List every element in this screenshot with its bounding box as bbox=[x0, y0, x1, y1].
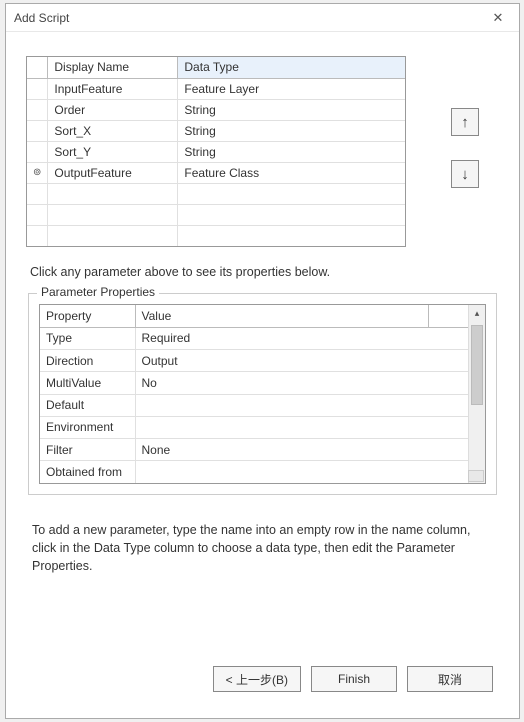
button-row: < 上一步(B) Finish 取消 bbox=[26, 656, 499, 706]
instructions-text: To add a new parameter, type the name in… bbox=[32, 521, 493, 575]
finish-button[interactable]: Finish bbox=[311, 666, 397, 692]
property-row[interactable]: Type Required bbox=[40, 327, 468, 349]
groupbox-legend: Parameter Properties bbox=[37, 285, 159, 299]
arrow-up-icon: ↑ bbox=[461, 114, 469, 131]
display-name-header[interactable]: Display Name bbox=[48, 57, 178, 78]
property-value-cell[interactable]: Output bbox=[135, 350, 428, 372]
title-bar: Add Script ✕ bbox=[6, 4, 519, 32]
property-name-cell: Type bbox=[40, 327, 135, 349]
property-value-cell[interactable] bbox=[135, 416, 428, 438]
row-marker bbox=[27, 99, 48, 120]
property-name-cell: Obtained from bbox=[40, 461, 135, 483]
marker-header bbox=[27, 57, 48, 78]
table-row[interactable]: Order String bbox=[27, 99, 405, 120]
reorder-buttons: ↑ ↓ bbox=[451, 108, 479, 188]
data-type-cell[interactable]: String bbox=[178, 99, 405, 120]
property-header[interactable]: Property bbox=[40, 305, 135, 327]
parameters-header-row: Display Name Data Type bbox=[27, 57, 405, 78]
property-value-cell[interactable]: No bbox=[135, 372, 428, 394]
parameters-area: Display Name Data Type InputFeature Feat… bbox=[26, 56, 499, 247]
property-value-cell[interactable] bbox=[135, 394, 428, 416]
property-row[interactable]: Environment bbox=[40, 416, 468, 438]
window-title: Add Script bbox=[14, 11, 485, 25]
display-name-cell[interactable]: Order bbox=[48, 99, 178, 120]
property-name-cell: Direction bbox=[40, 350, 135, 372]
table-row[interactable]: ⊚ OutputFeature Feature Class bbox=[27, 162, 405, 183]
property-row[interactable]: Obtained from bbox=[40, 461, 468, 483]
property-row[interactable]: Default bbox=[40, 394, 468, 416]
table-row[interactable]: Sort_X String bbox=[27, 120, 405, 141]
data-type-cell[interactable]: String bbox=[178, 120, 405, 141]
back-button[interactable]: < 上一步(B) bbox=[213, 666, 301, 692]
parameters-table[interactable]: Display Name Data Type InputFeature Feat… bbox=[26, 56, 406, 247]
property-name-cell: Filter bbox=[40, 439, 135, 461]
move-up-button[interactable]: ↑ bbox=[451, 108, 479, 136]
parameter-properties-group: Parameter Properties Property Value Type… bbox=[28, 293, 497, 495]
data-type-cell[interactable]: Feature Layer bbox=[178, 78, 405, 99]
property-value-cell[interactable]: None bbox=[135, 439, 428, 461]
table-row-empty[interactable]: ... bbox=[27, 225, 405, 246]
property-value-cell[interactable] bbox=[135, 461, 428, 483]
extra-header bbox=[428, 305, 468, 327]
row-marker bbox=[27, 78, 48, 99]
property-name-cell: Environment bbox=[40, 416, 135, 438]
row-marker: ⊚ bbox=[27, 162, 48, 183]
vertical-scrollbar[interactable]: ▴ ▾ bbox=[468, 305, 485, 483]
data-type-header[interactable]: Data Type bbox=[178, 57, 405, 78]
properties-header-row: Property Value bbox=[40, 305, 468, 327]
property-value-cell[interactable]: Required bbox=[135, 327, 428, 349]
display-name-cell[interactable]: Sort_X bbox=[48, 120, 178, 141]
data-type-cell[interactable]: String bbox=[178, 141, 405, 162]
display-name-cell[interactable]: Sort_Y bbox=[48, 141, 178, 162]
property-name-cell: MultiValue bbox=[40, 372, 135, 394]
property-row[interactable]: Filter None bbox=[40, 439, 468, 461]
arrow-down-icon: ↓ bbox=[461, 166, 469, 183]
row-marker bbox=[27, 141, 48, 162]
scroll-up-icon[interactable]: ▴ bbox=[469, 305, 485, 322]
table-row[interactable]: InputFeature Feature Layer bbox=[27, 78, 405, 99]
hint-text: Click any parameter above to see its pro… bbox=[30, 265, 495, 279]
property-row[interactable]: Direction Output bbox=[40, 350, 468, 372]
move-down-button[interactable]: ↓ bbox=[451, 160, 479, 188]
table-row[interactable]: Sort_Y String bbox=[27, 141, 405, 162]
scrollbar-corner bbox=[468, 470, 484, 482]
data-type-cell[interactable]: Feature Class bbox=[178, 162, 405, 183]
property-name-cell: Default bbox=[40, 394, 135, 416]
property-row[interactable]: MultiValue No bbox=[40, 372, 468, 394]
display-name-cell[interactable]: OutputFeature bbox=[48, 162, 178, 183]
row-marker bbox=[27, 120, 48, 141]
display-name-cell[interactable]: InputFeature bbox=[48, 78, 178, 99]
content-area: Display Name Data Type InputFeature Feat… bbox=[6, 32, 519, 718]
dialog-window: Add Script ✕ Display Name Data Type Inpu… bbox=[5, 3, 520, 719]
value-header[interactable]: Value bbox=[135, 305, 428, 327]
properties-table[interactable]: Property Value Type Required Direction O… bbox=[39, 304, 486, 484]
close-button[interactable]: ✕ bbox=[485, 8, 511, 28]
scrollbar-thumb[interactable] bbox=[471, 325, 483, 405]
table-row-empty[interactable]: ... bbox=[27, 204, 405, 225]
cancel-button[interactable]: 取消 bbox=[407, 666, 493, 692]
table-row-empty[interactable]: ... bbox=[27, 183, 405, 204]
